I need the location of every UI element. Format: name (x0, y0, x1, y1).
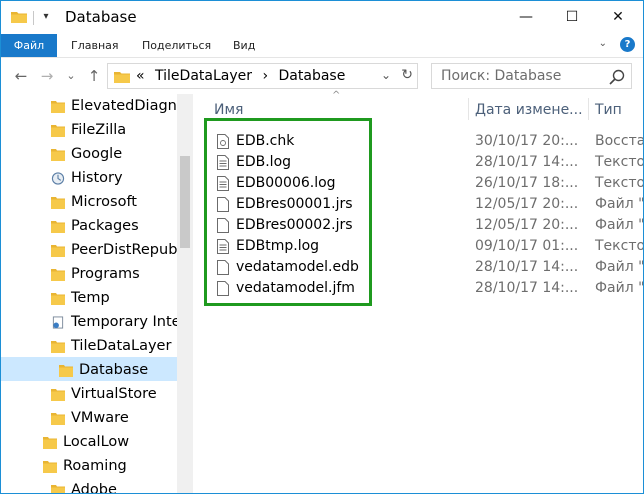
folder-icon (51, 293, 65, 305)
column-separator[interactable] (588, 98, 589, 120)
folder-icon (51, 101, 65, 113)
tab-file[interactable]: Файл (1, 34, 57, 57)
tab-home[interactable]: Главная (71, 34, 119, 57)
search-placeholder: Поиск: Database (441, 68, 562, 84)
navigation-pane: ElevatedDiagnc FileZilla Google History … (1, 94, 194, 493)
folder-icon (51, 125, 65, 137)
back-button[interactable]: ← (11, 66, 31, 86)
folder-icon (51, 245, 65, 257)
breadcrumb-tiledatalayer[interactable]: TileDataLayer (155, 68, 252, 84)
tree-scrollbar-thumb[interactable] (180, 156, 190, 248)
explorer-window: ▾ Database — ☐ ✕ Файл Главная Поделиться… (0, 0, 644, 494)
column-separator[interactable] (468, 98, 469, 120)
folder-icon (51, 341, 65, 353)
ribbon-tabs: Файл Главная Поделиться Вид ⌄ ? (1, 34, 643, 58)
tree-scrollbar[interactable] (177, 94, 193, 493)
internet-files-icon (52, 316, 64, 329)
folder-icon (51, 221, 65, 233)
folder-icon (51, 389, 65, 401)
help-icon[interactable]: ? (620, 37, 635, 52)
sort-ascending-icon: ^ (332, 90, 341, 101)
refresh-icon[interactable]: ↻ (401, 67, 413, 83)
tab-view[interactable]: Вид (233, 34, 255, 57)
close-button[interactable]: ✕ (595, 1, 641, 33)
history-icon (51, 172, 65, 185)
navigation-bar: ← → ⌄ ↑ « TileDataLayer › Database ⌄ ↻ П… (1, 58, 643, 94)
quick-access-caret-icon[interactable]: ▾ (39, 9, 53, 25)
ribbon-expand-icon[interactable]: ⌄ (599, 38, 607, 49)
tab-share[interactable]: Поделиться (142, 34, 211, 57)
folder-icon (51, 269, 65, 281)
search-box[interactable]: Поиск: Database (431, 63, 632, 89)
window-title: Database (65, 8, 137, 26)
address-dropdown-icon[interactable]: ⌄ (381, 68, 391, 82)
breadcrumb-database[interactable]: Database (279, 68, 346, 84)
folder-icon (51, 149, 65, 161)
address-bar[interactable]: « TileDataLayer › Database ⌄ ↻ (107, 63, 418, 89)
folder-icon (51, 485, 65, 493)
folder-icon (51, 413, 65, 425)
folder-icon (51, 197, 65, 209)
up-button[interactable]: ↑ (84, 66, 104, 86)
folder-icon (11, 12, 27, 23)
folder-icon (43, 437, 57, 449)
title-separator (33, 11, 34, 25)
annotation-highlight-box (204, 118, 372, 306)
folder-icon (59, 365, 73, 377)
maximize-button[interactable]: ☐ (549, 1, 595, 33)
recent-locations-icon[interactable]: ⌄ (61, 66, 81, 86)
breadcrumb-separator-icon[interactable]: › (262, 68, 268, 84)
column-header-date[interactable]: Дата измене... (475, 98, 583, 122)
breadcrumb: « TileDataLayer › Database (136, 68, 351, 84)
folder-icon (43, 461, 57, 473)
search-icon (609, 69, 625, 85)
title-bar: ▾ Database — ☐ ✕ (1, 1, 643, 34)
folder-icon (114, 72, 130, 83)
minimize-button[interactable]: — (503, 1, 549, 33)
forward-button[interactable]: → (37, 66, 57, 86)
breadcrumb-overflow[interactable]: « (136, 68, 145, 84)
column-header-type[interactable]: Тип (595, 98, 622, 122)
